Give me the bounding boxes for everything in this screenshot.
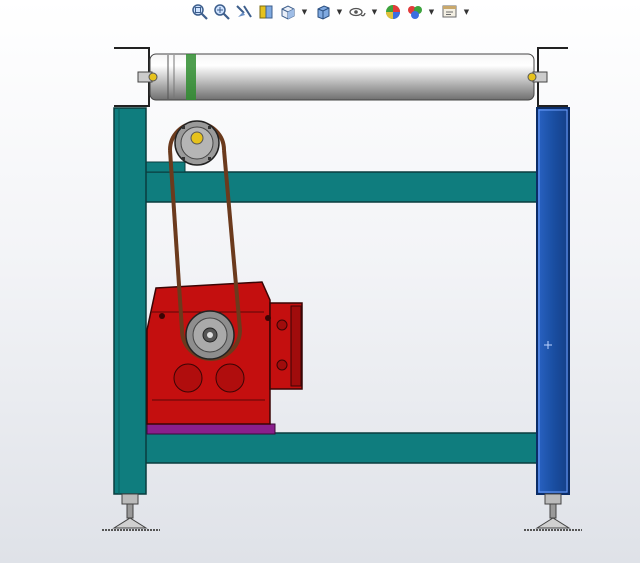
- graphics-area[interactable]: [0, 26, 640, 563]
- upper-crossbar[interactable]: [144, 171, 541, 203]
- section-view-button[interactable]: [256, 2, 276, 22]
- section-view-icon: [259, 5, 273, 19]
- zoom-to-area-button[interactable]: [212, 2, 232, 22]
- display-style-icon: [317, 5, 330, 20]
- previous-view-icon: [236, 5, 252, 18]
- view-orientation-button[interactable]: [278, 2, 298, 22]
- view-orientation-icon: [281, 5, 295, 20]
- model-view: [102, 47, 582, 531]
- drive-sprocket[interactable]: [185, 310, 235, 360]
- lower-crossbar[interactable]: [144, 432, 541, 464]
- hide-show-items-button[interactable]: [348, 2, 368, 22]
- hide-show-items-icon: [349, 7, 366, 17]
- view-settings-button[interactable]: [440, 2, 460, 22]
- apply-scene-icon: [408, 6, 422, 19]
- sprocket-hub: [190, 131, 204, 145]
- apply-scene-dropdown[interactable]: ▼: [427, 2, 436, 22]
- previous-view-button[interactable]: [234, 2, 254, 22]
- zoom-to-fit-button[interactable]: [190, 2, 210, 22]
- zoom-to-area-icon: [214, 4, 230, 20]
- left-leveling-foot[interactable]: [102, 493, 160, 531]
- upper-crossbar-bracket: [144, 161, 186, 173]
- right-leveling-foot[interactable]: [524, 493, 582, 531]
- apply-scene-button[interactable]: [405, 2, 425, 22]
- belt-clip: [186, 54, 196, 100]
- view-orientation-dropdown[interactable]: ▼: [300, 2, 309, 22]
- frame-right-leg-selected[interactable]: [536, 107, 570, 495]
- view-settings-icon: [442, 5, 457, 18]
- display-style-dropdown[interactable]: ▼: [335, 2, 344, 22]
- roller[interactable]: [137, 53, 548, 101]
- edit-appearance-button[interactable]: [383, 2, 403, 22]
- display-style-button[interactable]: [313, 2, 333, 22]
- gearbox-base: [146, 423, 276, 435]
- edit-appearance-icon: [386, 5, 400, 19]
- zoom-to-fit-icon: [192, 4, 208, 20]
- motor-gearbox[interactable]: [146, 281, 303, 435]
- view-toolbar: ▼ ▼ ▼ ▼ ▼: [190, 1, 473, 23]
- view-settings-dropdown[interactable]: ▼: [462, 2, 471, 22]
- hide-show-items-dropdown[interactable]: ▼: [370, 2, 379, 22]
- driven-sprocket[interactable]: [174, 120, 220, 166]
